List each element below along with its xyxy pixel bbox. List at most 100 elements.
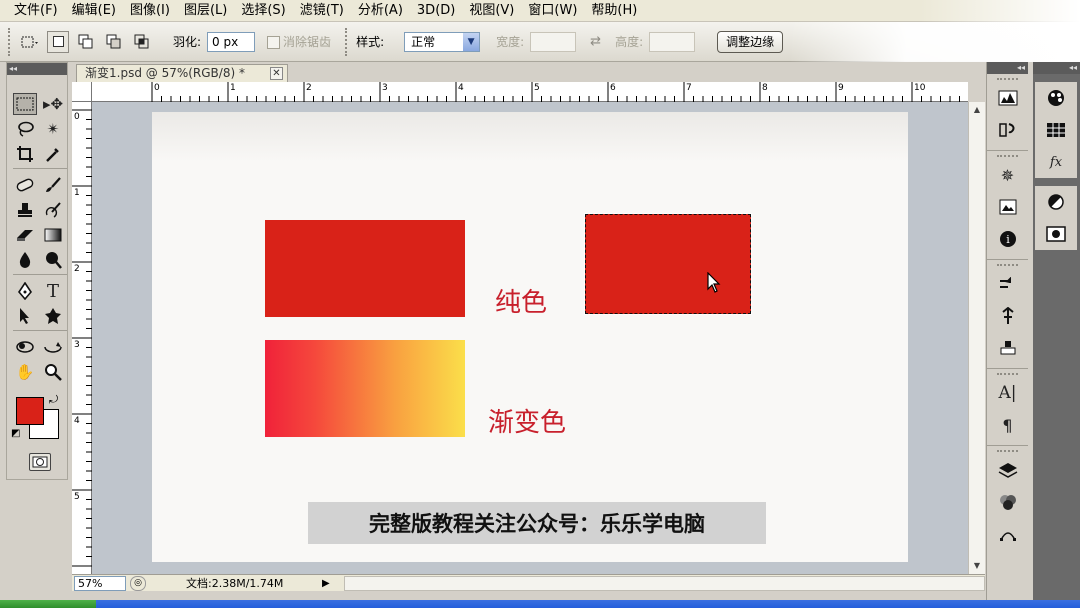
feather-input[interactable]: [207, 31, 256, 52]
ruler-h-label: 1: [230, 83, 236, 93]
horizontal-scrollbar[interactable]: [344, 575, 985, 591]
menu-filter[interactable]: 滤镜(T): [294, 0, 352, 22]
brushes-icon[interactable]: [987, 332, 1028, 364]
clone-stamp-icon[interactable]: [13, 199, 37, 221]
dodge-icon[interactable]: [41, 249, 65, 271]
eraser-icon[interactable]: [13, 224, 37, 246]
3d-rotate-icon[interactable]: [13, 336, 37, 358]
scroll-up-icon[interactable]: ▲: [969, 102, 985, 118]
eyedropper-icon[interactable]: [41, 143, 65, 165]
width-input[interactable]: [530, 31, 577, 52]
menu-edit[interactable]: 编辑(E): [66, 0, 124, 22]
start-button[interactable]: [0, 600, 96, 608]
antialias-checkbox[interactable]: 消除锯齿: [267, 33, 331, 50]
gradient-rectangle[interactable]: [265, 340, 465, 437]
adjustments-icon[interactable]: [1035, 186, 1077, 218]
ruler-h-label: 4: [458, 83, 464, 93]
foreground-color[interactable]: [16, 397, 44, 425]
menu-view[interactable]: 视图(V): [463, 0, 522, 22]
gradient-icon[interactable]: [41, 224, 65, 246]
brush-icon[interactable]: [41, 174, 65, 196]
swatch-grid-icon[interactable]: [1035, 114, 1077, 146]
rectangular-marquee-icon[interactable]: [13, 93, 37, 115]
tool-preset-picker[interactable]: [19, 31, 41, 53]
paths-icon[interactable]: [987, 518, 1028, 550]
image-canvas[interactable]: 纯色 渐变色: [152, 112, 908, 562]
vertical-scrollbar[interactable]: ▲ ▼: [968, 102, 985, 574]
menu-select[interactable]: 选择(S): [235, 0, 293, 22]
ruler-h-label: 9: [838, 83, 844, 93]
type-icon[interactable]: T: [41, 280, 65, 302]
refine-edge-button[interactable]: 调整边缘: [717, 30, 784, 53]
info-icon[interactable]: [987, 191, 1028, 223]
selected-rectangle[interactable]: [584, 213, 752, 315]
dock-collapse-button[interactable]: ◂◂: [987, 62, 1028, 74]
style-value: 正常: [411, 35, 436, 49]
navigator-icon[interactable]: ✵: [987, 159, 1028, 191]
vertical-ruler[interactable]: 0 1 2 3 4 5: [72, 102, 92, 574]
channels-icon[interactable]: [987, 486, 1028, 518]
close-icon[interactable]: ✕: [270, 67, 283, 80]
panel-group: [1035, 186, 1077, 250]
color-swatches: ⤾ ◩: [7, 393, 67, 451]
width-label: 宽度:: [496, 35, 525, 49]
swap-dimensions-icon[interactable]: ⇄: [590, 34, 601, 49]
path-selection-icon[interactable]: [13, 305, 37, 327]
crop-icon[interactable]: [13, 143, 37, 165]
blur-icon[interactable]: [13, 249, 37, 271]
add-selection-button[interactable]: [75, 31, 97, 53]
intersect-selection-button[interactable]: [131, 31, 153, 53]
options-grip[interactable]: [8, 27, 13, 56]
status-menu-arrow-icon[interactable]: ▶: [322, 578, 334, 589]
swatches-icon[interactable]: [987, 268, 1028, 300]
zoom-icon[interactable]: [41, 361, 65, 383]
menu-analysis[interactable]: 分析(A): [352, 0, 411, 22]
menu-image[interactable]: 图像(I): [124, 0, 178, 22]
document-tab[interactable]: 渐变1.psd @ 57%(RGB/8) * ✕: [76, 64, 288, 82]
history-icon[interactable]: [987, 114, 1028, 146]
pen-icon[interactable]: [13, 280, 37, 302]
scroll-down-icon[interactable]: ▼: [969, 558, 985, 574]
character-icon[interactable]: A|: [987, 377, 1028, 409]
toolbox: ◂◂ ▸✥ ✴ T ✋ ⤾ ◩: [6, 62, 68, 480]
move-icon[interactable]: ▸✥: [41, 93, 65, 115]
solid-color-rectangle[interactable]: [265, 220, 465, 317]
default-colors-icon[interactable]: ◩: [11, 428, 20, 439]
menu-help[interactable]: 帮助(H): [585, 0, 645, 22]
magic-wand-icon[interactable]: ✴: [41, 118, 65, 140]
swap-colors-icon[interactable]: ⤾: [49, 393, 58, 407]
status-icon[interactable]: ◎: [130, 575, 146, 591]
zoom-level-field[interactable]: 57%: [74, 575, 126, 591]
menu-file[interactable]: 文件(F): [8, 0, 66, 22]
color-icon[interactable]: i: [987, 223, 1028, 255]
subtract-selection-button[interactable]: [103, 31, 125, 53]
horizontal-ruler[interactable]: 0 1 2 3 4 5 6 7 8 9 10: [92, 82, 968, 102]
styles-icon[interactable]: [987, 300, 1028, 332]
style-select[interactable]: 正常 ▼: [404, 31, 481, 52]
antialias-check-box[interactable]: [267, 36, 281, 49]
tool-separator: [13, 330, 67, 333]
dock-collapse-button[interactable]: ◂◂: [1033, 62, 1080, 74]
menu-window[interactable]: 窗口(W): [522, 0, 585, 22]
lasso-icon[interactable]: [13, 118, 37, 140]
options-glow: [790, 22, 1080, 62]
fx-styles-icon[interactable]: fx: [1035, 146, 1077, 178]
color-palette-icon[interactable]: [1035, 82, 1077, 114]
menu-layer[interactable]: 图层(L): [178, 0, 235, 22]
height-input[interactable]: [649, 31, 696, 52]
history-brush-icon[interactable]: [41, 199, 65, 221]
histogram-icon[interactable]: [987, 82, 1028, 114]
ruler-origin[interactable]: [72, 82, 92, 102]
quick-mask-button[interactable]: [29, 453, 51, 471]
3d-orbit-icon[interactable]: [41, 336, 65, 358]
custom-shape-icon[interactable]: [41, 305, 65, 327]
layers-icon[interactable]: [987, 454, 1028, 486]
masks-icon[interactable]: [1035, 218, 1077, 250]
new-selection-button[interactable]: [47, 30, 69, 53]
toolbox-header[interactable]: ◂◂: [7, 63, 67, 75]
menu-3d[interactable]: 3D(D): [411, 0, 463, 22]
tool-separator: [13, 274, 67, 277]
healing-brush-icon[interactable]: [13, 174, 37, 196]
paragraph-icon[interactable]: ¶: [987, 409, 1028, 441]
hand-icon[interactable]: ✋: [13, 361, 37, 383]
